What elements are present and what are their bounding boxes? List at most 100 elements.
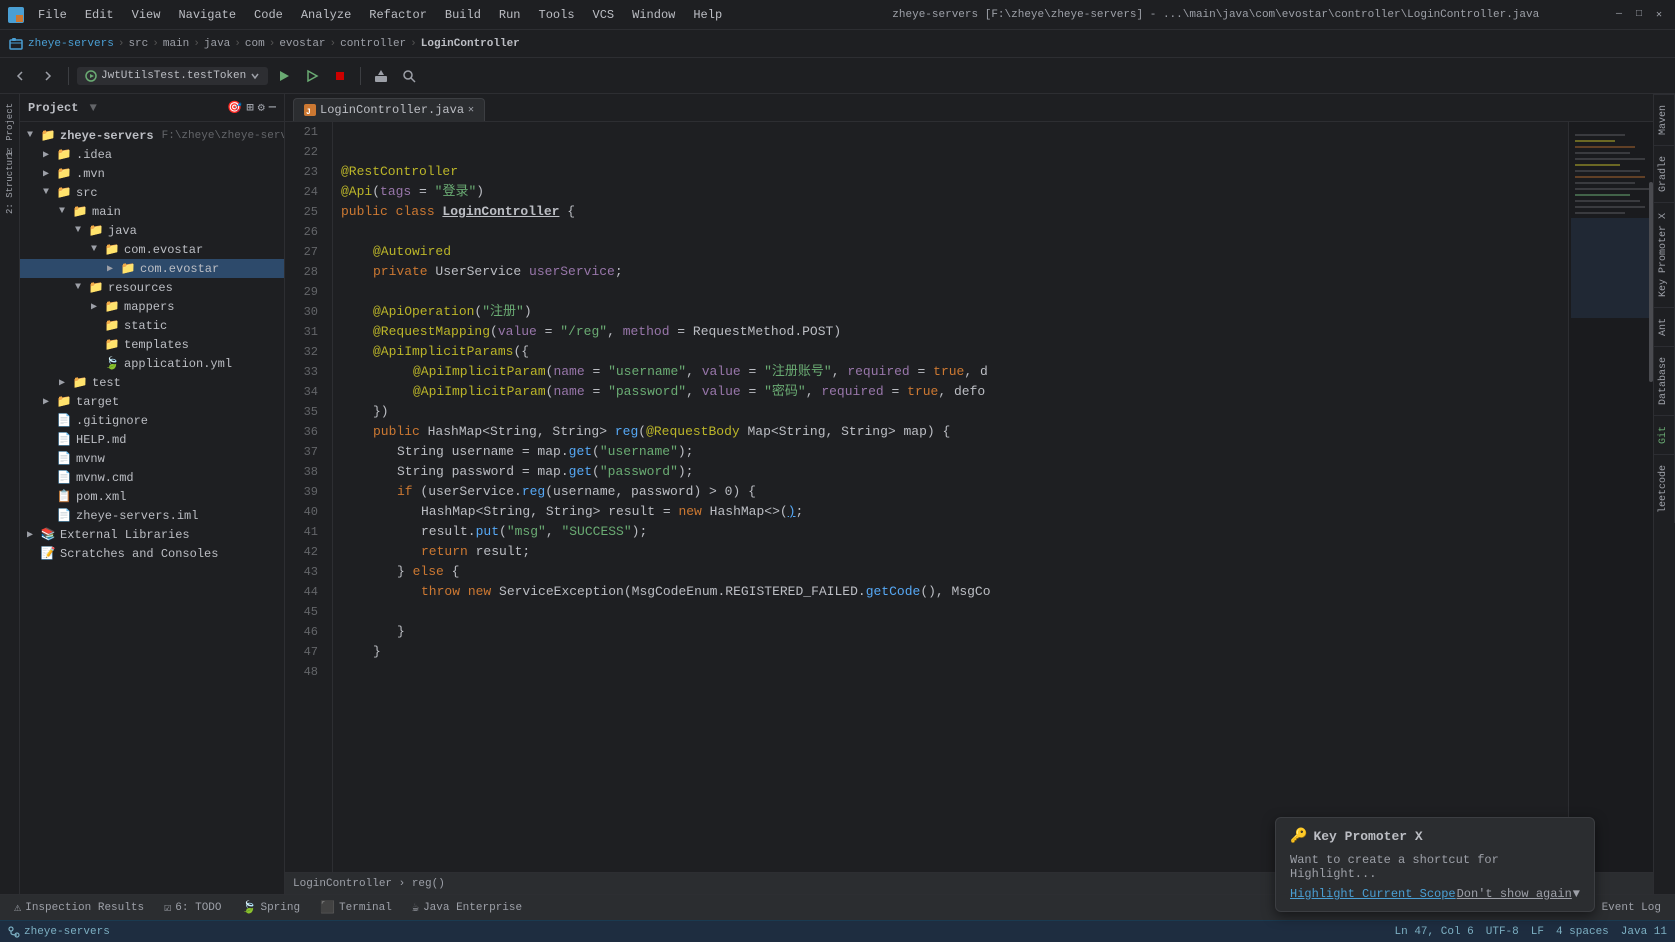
breadcrumb-root[interactable]: zheye-servers [28,38,114,50]
breadcrumb-main[interactable]: main [163,38,189,50]
tree-item-resources[interactable]: ▼ 📁 resources [20,278,284,297]
spring-button[interactable]: 🍃 Spring [236,898,307,917]
menu-build[interactable]: Build [437,6,489,24]
tree-item-root[interactable]: ▼ 📁 zheye-servers F:\zheye\zheye-servers [20,126,284,145]
side-tab-leetcode[interactable]: leetcode [1654,454,1675,523]
minimize-button[interactable]: — [1611,7,1627,23]
tree-item-helpmd[interactable]: 📄 HELP.md [20,430,284,449]
tree-item-pomxml[interactable]: 📋 pom.xml [20,487,284,506]
inspection-results-button[interactable]: ⚠ Inspection Results [8,898,150,917]
sidebar-title: Project ▼ [28,101,97,115]
line-num-43: 43 ▼ [285,562,324,582]
menu-vcs[interactable]: VCS [585,6,623,24]
tab-close-icon[interactable]: ✕ [468,104,474,116]
tree-item-templates[interactable]: 📁 templates [20,335,284,354]
code-line-32: @ApiImplicitParams({ [341,342,1568,362]
tree-item-src[interactable]: ▼ 📁 src [20,183,284,202]
line-num-33: 33 [285,362,324,382]
menu-run[interactable]: Run [491,6,529,24]
code-content[interactable]: @RestController @Api(tags = "登录") public… [333,122,1568,872]
editor-breadcrumb-controller[interactable]: LoginController › reg() [293,878,445,890]
hide-sidebar-icon[interactable]: — [269,100,276,115]
window-controls: — □ ✕ [1611,7,1667,23]
event-log-button[interactable]: Event Log [1596,900,1667,916]
run-button[interactable] [272,64,296,88]
status-line-separator[interactable]: LF [1531,926,1544,938]
line-num-44: 44 [285,582,324,602]
run-config-selector[interactable]: JwtUtilsTest.testToken [77,67,268,85]
java-file-icon: J [304,104,316,116]
status-indent[interactable]: 4 spaces [1556,926,1609,938]
editor-tab-logincontroller[interactable]: J LoginController.java ✕ [293,98,485,121]
settings-icon[interactable]: ⚙ [258,100,265,115]
tree-item-idea[interactable]: ▶ 📁 .idea [20,145,284,164]
tree-item-iml[interactable]: 📄 zheye-servers.iml [20,506,284,525]
menu-tools[interactable]: Tools [531,6,583,24]
tree-item-scratches[interactable]: 📝 Scratches and Consoles [20,544,284,563]
menu-navigate[interactable]: Navigate [170,6,244,24]
side-tab-git[interactable]: Git [1654,415,1675,454]
maximize-button[interactable]: □ [1631,7,1647,23]
git-branch-status[interactable]: zheye-servers [8,926,110,938]
menu-view[interactable]: View [124,6,169,24]
popup-dismiss-link[interactable]: Don't show again [1457,887,1572,901]
todo-button[interactable]: ☑ 6: TODO [158,898,227,917]
code-line-22 [341,142,1568,162]
breadcrumb-java[interactable]: java [204,38,230,50]
nav-forward-button[interactable] [36,64,60,88]
code-line-35: }) [341,402,1568,422]
menu-file[interactable]: File [30,6,75,24]
build-button[interactable] [369,64,393,88]
minimap-scrollbar[interactable] [1649,182,1653,382]
status-java-version: Java 11 [1621,926,1667,938]
breadcrumb-com[interactable]: com [245,38,265,50]
tree-item-application-yml[interactable]: 🍃 application.yml [20,354,284,373]
breadcrumb-evostar[interactable]: evostar [279,38,325,50]
tree-item-mappers[interactable]: ▶ 📁 mappers [20,297,284,316]
tree-item-java[interactable]: ▼ 📁 java [20,221,284,240]
popup-actions: Highlight Current Scope Don't show again… [1290,887,1580,901]
tree-item-target[interactable]: ▶ 📁 target [20,392,284,411]
search-everywhere-button[interactable] [397,64,421,88]
stop-button[interactable] [328,64,352,88]
tree-item-ext-libs[interactable]: ▶ 📚 External Libraries [20,525,284,544]
code-line-37: String username = map.get("username"); [341,442,1568,462]
popup-chevron-icon[interactable]: ▼ [1573,887,1580,901]
tree-item-com-evostar[interactable]: ▼ 📁 com.evostar [20,240,284,259]
side-tab-gradle[interactable]: Gradle [1654,145,1675,202]
code-line-36: public HashMap<String, String> reg(@Requ… [341,422,1568,442]
debug-button[interactable] [300,64,324,88]
tree-item-main[interactable]: ▼ 📁 main [20,202,284,221]
locate-file-icon[interactable]: 🎯 [227,100,242,115]
tree-item-controller[interactable]: ▶ 📁 com.evostar [20,259,284,278]
left-strip-icon-1: 1: Project [2,122,18,138]
expand-all-icon[interactable]: ⊞ [246,100,253,115]
side-tab-key-promoter[interactable]: Key Promoter X [1654,202,1675,307]
close-button[interactable]: ✕ [1651,7,1667,23]
tree-item-mvn[interactable]: ▶ 📁 .mvn [20,164,284,183]
side-tab-ant[interactable]: Ant [1654,307,1675,346]
tree-item-static[interactable]: 📁 static [20,316,284,335]
menu-edit[interactable]: Edit [77,6,122,24]
popup-highlight-link[interactable]: Highlight Current Scope [1290,887,1456,901]
terminal-button[interactable]: ⬛ Terminal [314,898,398,917]
menu-help[interactable]: Help [685,6,730,24]
tree-item-test[interactable]: ▶ 📁 test [20,373,284,392]
tree-item-mvnwcmd[interactable]: 📄 mvnw.cmd [20,468,284,487]
menu-refactor[interactable]: Refactor [361,6,435,24]
nav-back-button[interactable] [8,64,32,88]
breadcrumb-src[interactable]: src [128,38,148,50]
menu-analyze[interactable]: Analyze [293,6,359,24]
line-numbers: 21 22 23 24 25 🍃 26 27 28 🍃 29 30 ▼ [285,122,333,872]
menu-window[interactable]: Window [624,6,683,24]
breadcrumb-controller[interactable]: controller [340,38,406,50]
side-tab-maven[interactable]: Maven [1654,94,1675,145]
line-num-46: 46 ▼ [285,622,324,642]
java-enterprise-button[interactable]: ☕ Java Enterprise [406,898,528,917]
status-encoding[interactable]: UTF-8 [1486,926,1519,938]
side-tab-database[interactable]: Database [1654,346,1675,415]
tree-item-gitignore[interactable]: 📄 .gitignore [20,411,284,430]
tree-item-mvnw[interactable]: 📄 mvnw [20,449,284,468]
menu-code[interactable]: Code [246,6,291,24]
breadcrumb-file[interactable]: LoginController [421,38,520,50]
